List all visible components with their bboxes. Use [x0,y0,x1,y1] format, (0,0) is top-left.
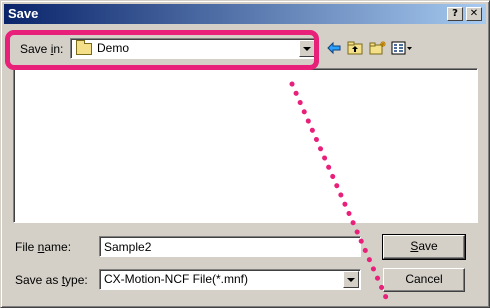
save-as-type-dropdown[interactable]: CX-Motion-NCF File(*.mnf) [99,269,361,290]
chevron-down-icon[interactable] [299,40,315,57]
help-icon: ? [452,8,458,19]
save-as-type-value: CX-Motion-NCF File(*.mnf) [104,272,249,286]
file-name-label: File name: [15,240,72,254]
up-one-level-icon[interactable] [347,41,363,55]
save-as-type-label: Save as type: [15,273,88,287]
dialog-title: Save [8,6,39,21]
file-list[interactable] [13,68,478,223]
chevron-down-icon[interactable] [343,271,359,288]
close-icon: ✕ [469,8,479,19]
save-button[interactable]: Save [382,234,466,260]
view-menu-icon[interactable] [391,41,413,55]
close-button[interactable]: ✕ [466,7,482,21]
save-in-value: Demo [97,41,130,55]
create-new-folder-icon[interactable] [369,41,387,55]
back-arrow-icon[interactable] [327,41,341,55]
file-name-input[interactable]: Sample2 [99,236,361,257]
help-button[interactable]: ? [447,7,463,21]
save-in-label: Save in: [20,42,64,56]
save-in-dropdown[interactable]: Demo [70,38,317,59]
save-dialog: Save ? ✕ Save in: Demo File name: Sample… [0,0,490,308]
cancel-button[interactable]: Cancel [383,268,465,292]
folder-icon [76,40,92,55]
title-bar[interactable]: Save ? ✕ [4,4,486,24]
